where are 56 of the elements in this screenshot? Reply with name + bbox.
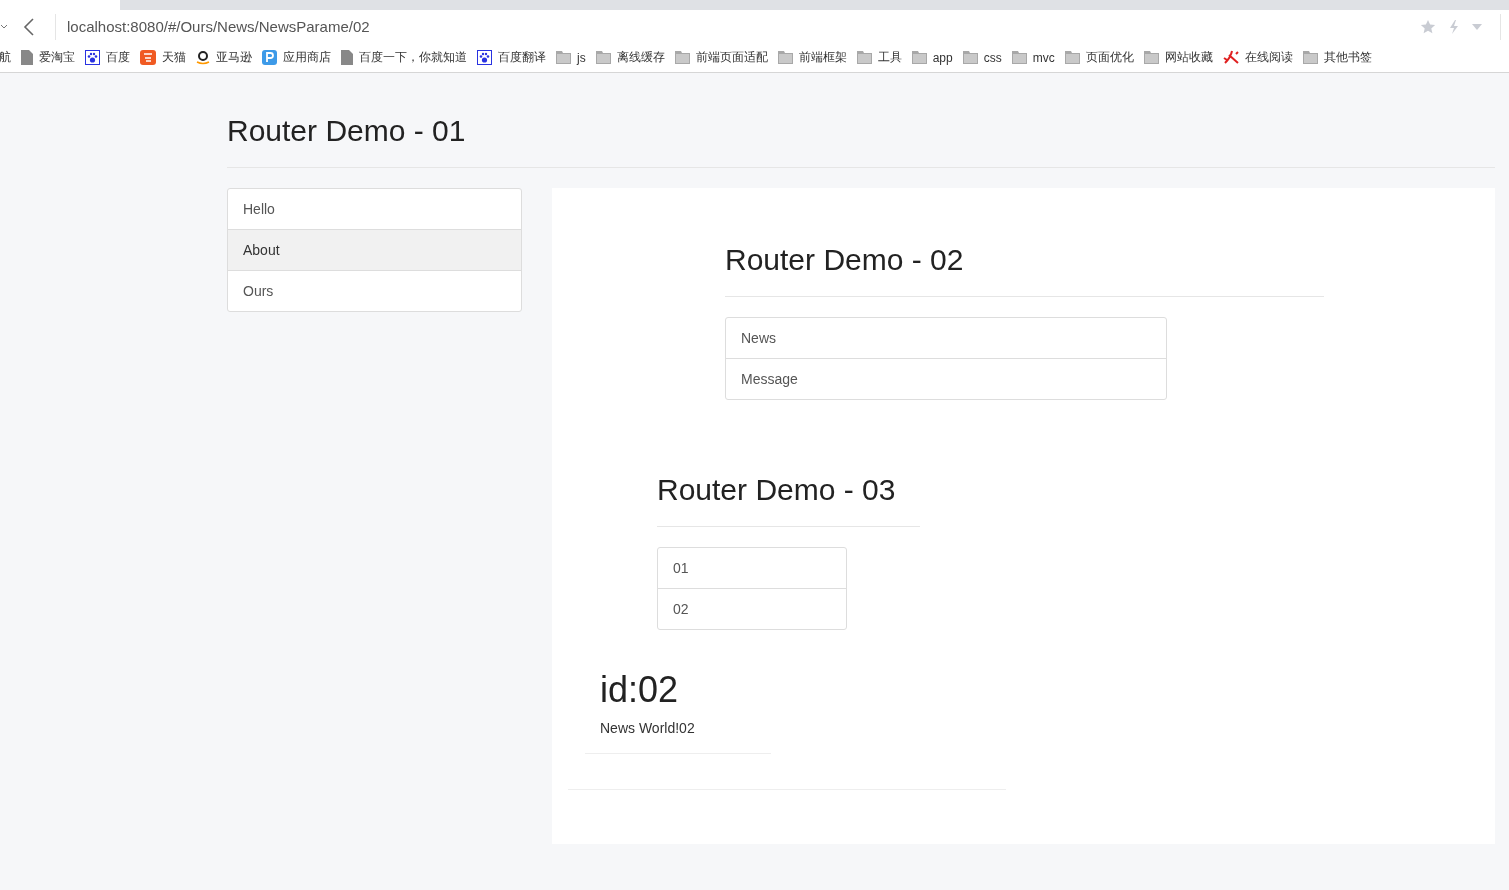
paw-icon: [477, 50, 492, 65]
nav-item[interactable]: 01: [658, 548, 846, 588]
page-heading: Router Demo - 01: [227, 73, 1495, 168]
bookmark-link[interactable]: mvc: [1011, 50, 1055, 65]
bookmark-link[interactable]: 百度: [85, 49, 130, 66]
bookmark-link[interactable]: 百度一下，你就知道: [341, 49, 467, 66]
bookmark-link[interactable]: 百度翻译: [477, 49, 546, 66]
dropdown-icon[interactable]: [0, 23, 8, 30]
bookmark-link[interactable]: 网站收藏: [1143, 49, 1213, 66]
folder-icon: [1011, 51, 1027, 64]
bookmark-link[interactable]: 其他书签: [1302, 49, 1372, 66]
nav-item[interactable]: Ours: [228, 270, 521, 311]
nav-item[interactable]: News: [726, 318, 1166, 358]
nav-item[interactable]: 02: [658, 588, 846, 629]
page-icon: [341, 50, 353, 65]
folder-icon: [777, 51, 793, 64]
nav-item[interactable]: Hello: [228, 189, 521, 229]
folder-icon: [911, 51, 927, 64]
folder-icon: [1302, 51, 1318, 64]
bookmark-link[interactable]: 应用商店: [262, 49, 331, 66]
folder-icon: [962, 51, 978, 64]
bookmark-link[interactable]: 在线阅读: [1222, 49, 1293, 66]
bookmark-link[interactable]: 航: [0, 49, 11, 66]
back-icon[interactable]: [23, 17, 35, 36]
shopping-icon: [140, 49, 156, 66]
detail-heading: id:02: [600, 670, 680, 710]
folder-icon: [1143, 51, 1159, 64]
star-icon[interactable]: [1420, 18, 1436, 35]
section-heading: Router Demo - 03: [657, 458, 920, 527]
folder-icon: [674, 51, 690, 64]
caret-icon[interactable]: [1472, 23, 1482, 30]
brush-stroke-icon: [1222, 50, 1239, 65]
store-icon: [262, 50, 277, 65]
bookmark-link[interactable]: css: [962, 50, 1002, 65]
folder-icon: [556, 51, 571, 64]
detail-text: News World!02: [600, 719, 696, 736]
bookmark-link[interactable]: 离线缓存: [595, 49, 665, 66]
paw-icon: [85, 50, 100, 65]
bookmark-link[interactable]: js: [556, 50, 586, 65]
folder-icon: [595, 51, 611, 64]
bookmark-link[interactable]: 前端框架: [777, 49, 847, 66]
bookmark-link[interactable]: 工具: [856, 49, 902, 66]
bookmark-link[interactable]: app: [911, 50, 953, 65]
section-heading: Router Demo - 02: [725, 188, 1324, 297]
bookmark-link[interactable]: 爱淘宝: [21, 49, 75, 66]
page-icon: [21, 50, 33, 65]
bookmark-link[interactable]: 页面优化: [1064, 49, 1134, 66]
bookmark-link[interactable]: 亚马逊: [196, 49, 252, 66]
bookmark-link[interactable]: 前端页面适配: [674, 49, 768, 66]
smile-arrow-icon: [196, 50, 210, 65]
folder-icon: [1064, 51, 1080, 64]
nav-item[interactable]: Message: [726, 358, 1166, 399]
nav-item[interactable]: About: [228, 229, 521, 270]
folder-icon: [856, 51, 872, 64]
lightning-icon[interactable]: [1448, 18, 1460, 35]
bookmark-link[interactable]: 天猫: [140, 49, 186, 66]
